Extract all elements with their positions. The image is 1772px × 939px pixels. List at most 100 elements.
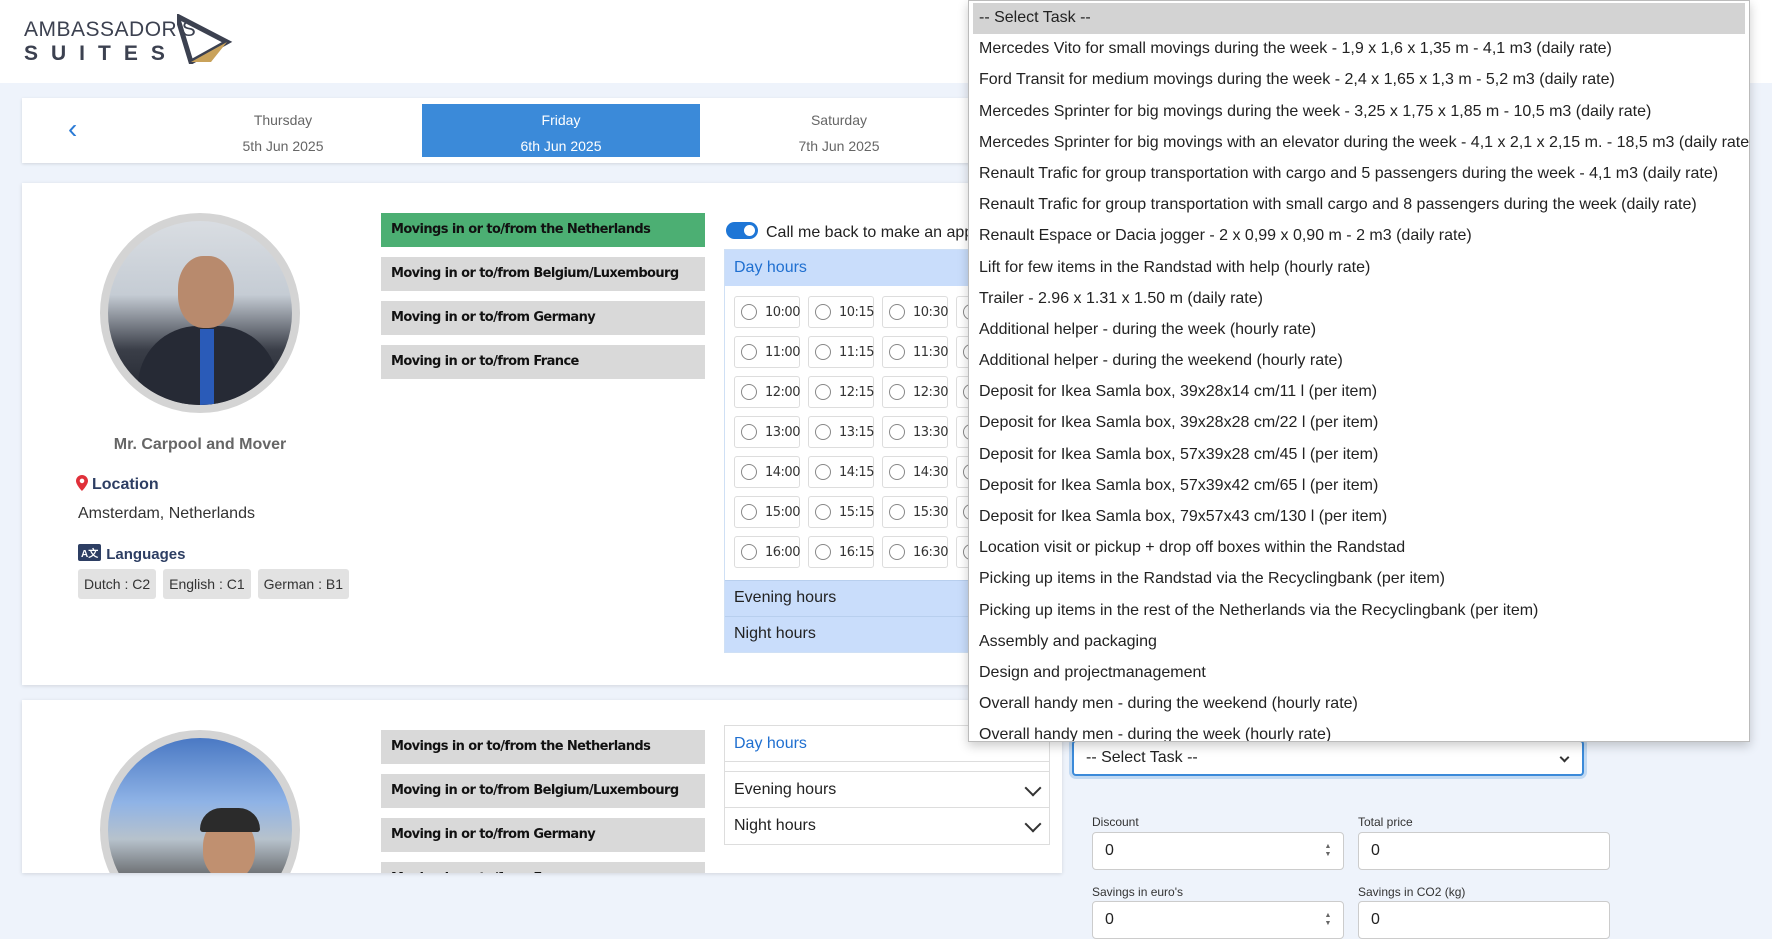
service-germany[interactable]: Moving in or to/from Germany [381, 818, 705, 852]
radio-button[interactable] [815, 344, 831, 360]
radio-button[interactable] [815, 424, 831, 440]
dropdown-option[interactable]: Mercedes Sprinter for big movings during… [969, 97, 1749, 128]
time-slot[interactable]: 14:15 [808, 456, 874, 488]
radio-button[interactable] [815, 464, 831, 480]
task-select[interactable]: -- Select Task -- [1072, 740, 1584, 776]
chevron-left-icon[interactable]: ‹ [68, 115, 92, 143]
dropdown-option[interactable]: Deposit for Ikea Samla box, 57x39x28 cm/… [969, 440, 1749, 471]
dropdown-option[interactable]: Renault Espace or Dacia jogger - 2 x 0,9… [969, 221, 1749, 252]
dropdown-option[interactable]: Ford Transit for medium movings during t… [969, 65, 1749, 96]
radio-button[interactable] [815, 384, 831, 400]
radio-button[interactable] [741, 504, 757, 520]
dropdown-option[interactable]: Assembly and packaging [969, 627, 1749, 658]
logo-line2: SUITES [24, 42, 178, 65]
time-slot[interactable]: 11:15 [808, 336, 874, 368]
service-france[interactable]: Moving in or to/from France [381, 345, 705, 379]
date-friday[interactable]: Friday 6th Jun 2025 [422, 104, 700, 157]
time-slot[interactable]: 16:15 [808, 536, 874, 568]
dropdown-option[interactable]: Location visit or pickup + drop off boxe… [969, 533, 1749, 564]
date-day: Saturday [810, 112, 868, 128]
time-slot[interactable]: 15:00 [734, 496, 800, 528]
savings-eur-field[interactable]: 0 ▲ ▼ [1092, 901, 1344, 939]
radio-button[interactable] [741, 544, 757, 560]
spinner-icon[interactable]: ▲ ▼ [1323, 912, 1333, 930]
dropdown-option[interactable]: Deposit for Ikea Samla box, 57x39x42 cm/… [969, 471, 1749, 502]
callback-toggle-row[interactable]: Call me back to make an appoi [726, 222, 986, 242]
time-slot[interactable]: 14:00 [734, 456, 800, 488]
dropdown-option[interactable]: Additional helper - during the weekend (… [969, 346, 1749, 377]
languages-label-text: Languages [106, 546, 186, 563]
radio-button[interactable] [815, 544, 831, 560]
spinner-icon[interactable]: ▲ ▼ [1323, 843, 1333, 861]
dropdown-option[interactable]: Picking up items in the Randstad via the… [969, 564, 1749, 595]
dropdown-option[interactable]: -- Select Task -- [973, 3, 1745, 35]
logo[interactable]: AMBASSADOR'S SUITES [24, 14, 234, 70]
service-belgium-luxembourg[interactable]: Moving in or to/from Belgium/Luxembourg [381, 257, 705, 291]
radio-button[interactable] [889, 344, 905, 360]
time-slot-label: 15:00 [765, 504, 800, 520]
task-dropdown-list[interactable]: -- Select Task -- Mercedes Vito for small… [968, 0, 1750, 742]
total-price-field[interactable]: 0 [1358, 832, 1610, 870]
languages-label: A文 Languages [78, 544, 185, 563]
dropdown-option[interactable]: Overall handy men - during the weekend (… [969, 689, 1749, 720]
service-netherlands[interactable]: Movings in or to/from the Netherlands [381, 213, 705, 247]
night-hours-header[interactable]: Night hours [725, 808, 1049, 844]
time-slot[interactable]: 10:00 [734, 296, 800, 328]
radio-button[interactable] [741, 384, 757, 400]
time-slot[interactable]: 12:00 [734, 376, 800, 408]
service-netherlands[interactable]: Movings in or to/from the Netherlands [381, 730, 705, 764]
radio-button[interactable] [889, 424, 905, 440]
service-france[interactable]: Moving in or to/from France [381, 862, 705, 873]
time-slot-label: 10:15 [839, 304, 874, 320]
radio-button[interactable] [889, 304, 905, 320]
time-slot[interactable]: 11:00 [734, 336, 800, 368]
time-slot[interactable]: 16:30 [882, 536, 948, 568]
dropdown-option[interactable]: Renault Trafic for group transportation … [969, 159, 1749, 190]
time-slot[interactable]: 10:15 [808, 296, 874, 328]
dropdown-option[interactable]: Trailer - 2.96 x 1.31 x 1.50 m (daily ra… [969, 284, 1749, 315]
radio-button[interactable] [889, 464, 905, 480]
savings-co2-value: 0 [1371, 911, 1380, 928]
time-slot[interactable]: 10:30 [882, 296, 948, 328]
savings-co2-field[interactable]: 0 [1358, 901, 1610, 939]
radio-button[interactable] [889, 384, 905, 400]
dropdown-option[interactable]: Deposit for Ikea Samla box, 39x28x14 cm/… [969, 377, 1749, 408]
time-slot[interactable]: 12:15 [808, 376, 874, 408]
dropdown-option[interactable]: Mercedes Sprinter for big movings with a… [969, 128, 1749, 159]
date-thursday[interactable]: Thursday 5th Jun 2025 [144, 104, 422, 157]
radio-button[interactable] [741, 344, 757, 360]
dropdown-option[interactable]: Additional helper - during the week (hou… [969, 315, 1749, 346]
radio-button[interactable] [741, 304, 757, 320]
time-slot[interactable]: 13:15 [808, 416, 874, 448]
dropdown-option[interactable]: Design and projectmanagement [969, 658, 1749, 689]
radio-button[interactable] [741, 464, 757, 480]
dropdown-option[interactable]: Renault Trafic for group transportation … [969, 190, 1749, 221]
dropdown-option[interactable]: Deposit for Ikea Samla box, 39x28x28 cm/… [969, 408, 1749, 439]
evening-hours-header[interactable]: Evening hours [725, 772, 1049, 808]
callback-toggle[interactable] [726, 222, 758, 239]
time-slot-label: 16:30 [913, 544, 948, 560]
dropdown-option[interactable]: Lift for few items in the Randstad with … [969, 253, 1749, 284]
time-slot[interactable]: 14:30 [882, 456, 948, 488]
time-slot[interactable]: 16:00 [734, 536, 800, 568]
discount-field[interactable]: 0 ▲ ▼ [1092, 832, 1344, 870]
time-slot[interactable]: 15:15 [808, 496, 874, 528]
date-day: Friday [541, 112, 581, 128]
time-slot[interactable]: 13:30 [882, 416, 948, 448]
dropdown-option[interactable]: Mercedes Vito for small movings during t… [969, 34, 1749, 65]
service-germany[interactable]: Moving in or to/from Germany [381, 301, 705, 335]
radio-button[interactable] [815, 304, 831, 320]
dropdown-option[interactable]: Overall handy men - during the week (hou… [969, 720, 1749, 741]
dropdown-option[interactable]: Picking up items in the rest of the Neth… [969, 596, 1749, 627]
time-slot[interactable]: 12:30 [882, 376, 948, 408]
radio-button[interactable] [815, 504, 831, 520]
radio-button[interactable] [741, 424, 757, 440]
time-slot[interactable]: 11:30 [882, 336, 948, 368]
date-saturday[interactable]: Saturday 7th Jun 2025 [700, 104, 978, 157]
radio-button[interactable] [889, 504, 905, 520]
radio-button[interactable] [889, 544, 905, 560]
service-belgium-luxembourg[interactable]: Moving in or to/from Belgium/Luxembourg [381, 774, 705, 808]
dropdown-option[interactable]: Deposit for Ikea Samla box, 79x57x43 cm/… [969, 502, 1749, 533]
time-slot[interactable]: 13:00 [734, 416, 800, 448]
time-slot[interactable]: 15:30 [882, 496, 948, 528]
